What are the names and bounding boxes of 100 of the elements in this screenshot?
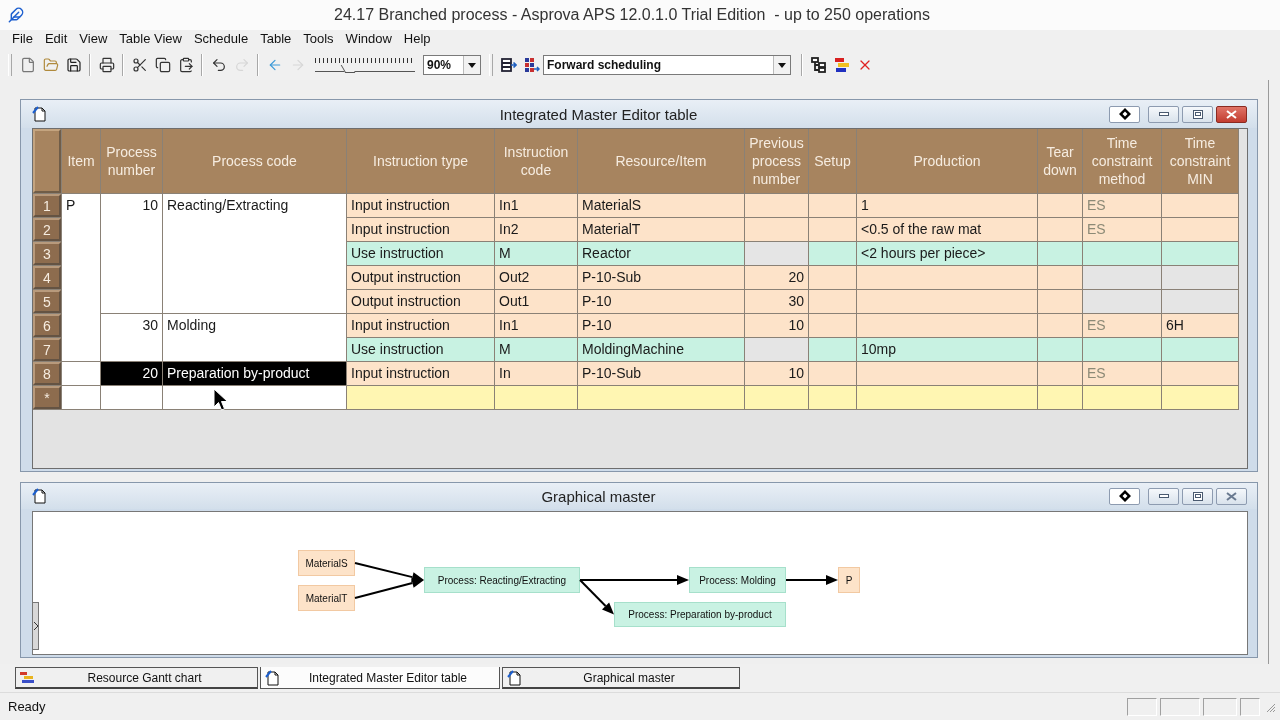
caret-down-icon [778, 62, 786, 68]
table-cell: P-10-Sub [578, 362, 744, 385]
maximize-button[interactable] [1182, 105, 1213, 123]
color-bars-icon [833, 57, 850, 73]
table-cell[interactable]: Reacting/Extracting [163, 194, 346, 313]
maximize-button[interactable] [1182, 487, 1213, 505]
menu-item[interactable]: View [73, 30, 114, 48]
corner-header [33, 129, 61, 193]
graph-node[interactable]: P [838, 567, 860, 593]
diamond-icon [1118, 108, 1131, 120]
table-cell: Reactor [578, 242, 744, 265]
close-button[interactable] [1216, 487, 1247, 505]
row-header[interactable]: 4 [33, 266, 61, 289]
table-cell: In2 [495, 218, 577, 241]
table-cell: In [495, 362, 577, 385]
window-tab[interactable]: Integrated Master Editor table [260, 667, 500, 689]
menu-item[interactable]: File [6, 30, 39, 48]
graph-node[interactable]: MaterialT [298, 585, 355, 611]
table-cell: ES [1083, 314, 1161, 337]
maximize-icon [1192, 491, 1203, 501]
row-header[interactable]: 5 [33, 290, 61, 313]
table-cell: <0.5 of the raw mat [857, 218, 1037, 241]
table-cell [809, 362, 856, 385]
zoom-dropdown[interactable]: 90% [423, 55, 481, 75]
row-header[interactable]: * [33, 386, 61, 409]
table-cell [809, 194, 856, 217]
minimize-button[interactable] [1148, 487, 1179, 505]
row-header[interactable]: 3 [33, 242, 61, 265]
table-cell: Use instruction [347, 242, 494, 265]
row-header[interactable]: 6 [33, 314, 61, 337]
panel-handle[interactable] [32, 602, 39, 650]
table-cell [1038, 266, 1082, 289]
table-cell [809, 242, 856, 265]
row-header[interactable]: 2 [33, 218, 61, 241]
window-title: Graphical master [540, 487, 657, 505]
table-cell [1038, 386, 1082, 409]
status-panel [1127, 697, 1157, 716]
window-title: Integrated Master Editor table [498, 105, 699, 123]
table-cell: 20 [745, 266, 808, 289]
connector-arrow [785, 575, 838, 585]
table-cell: Input instruction [347, 218, 494, 241]
table-cell [809, 266, 856, 289]
menu-item[interactable]: Window [339, 30, 398, 48]
menu-item[interactable]: Schedule [187, 30, 255, 48]
copy-icon [154, 57, 171, 73]
table-cell: Out1 [495, 290, 577, 313]
menu-item[interactable]: Table View [113, 30, 188, 48]
table-cell: Input instruction [347, 314, 494, 337]
table-cell: P-10 [578, 314, 744, 337]
table-cell [1038, 242, 1082, 265]
table-cell [745, 338, 808, 361]
table-cell: MoldingMachine [578, 338, 744, 361]
row-header[interactable]: 7 [33, 338, 61, 361]
window-tab[interactable]: Resource Gantt chart [15, 667, 258, 689]
close-button[interactable] [1216, 105, 1247, 123]
table-cell: In1 [495, 314, 577, 337]
diamond-icon [1118, 490, 1131, 502]
table-cell[interactable]: Molding [163, 314, 346, 361]
printer-icon [98, 57, 115, 73]
table-cell[interactable]: 20 [101, 362, 162, 385]
scissors-icon [131, 57, 148, 73]
table-cell [745, 218, 808, 241]
table-cell: M [495, 242, 577, 265]
window-tab[interactable]: Graphical master [502, 667, 740, 689]
table-cell: Output instruction [347, 266, 494, 289]
pin-button[interactable] [1109, 487, 1140, 505]
table-cell: ES [1083, 362, 1161, 385]
table-cell: P-10 [578, 290, 744, 313]
table-cell [1038, 338, 1082, 361]
table-cell [101, 386, 162, 409]
table-cell [809, 314, 856, 337]
pin-button[interactable] [1109, 105, 1140, 123]
scheduling-dropdown[interactable]: Forward scheduling [543, 55, 791, 75]
clipboard-icon [177, 57, 194, 73]
table-cell[interactable]: 30 [101, 314, 162, 361]
table-cell [1038, 362, 1082, 385]
table-cell [1038, 218, 1082, 241]
graph-node[interactable]: Process: Molding [689, 567, 786, 593]
graph-node[interactable]: Process: Reacting/Extracting [424, 567, 580, 593]
table-cell[interactable]: 10 [101, 194, 162, 313]
graph-node[interactable]: MaterialS [298, 550, 355, 576]
table-cell: In1 [495, 194, 577, 217]
table-cell [62, 362, 100, 385]
row-header[interactable]: 1 [33, 194, 61, 217]
row-header[interactable]: 8 [33, 362, 61, 385]
table-cell: P [62, 194, 100, 361]
document-icon [32, 106, 48, 122]
menu-item[interactable]: Edit [38, 30, 74, 48]
table-cell[interactable]: Preparation by-product [163, 362, 346, 385]
menu-item[interactable]: Table [254, 30, 298, 48]
minimize-icon [1158, 494, 1169, 498]
table-cell [809, 386, 856, 409]
minimize-button[interactable] [1148, 105, 1179, 123]
table-cell [1038, 194, 1082, 217]
menu-item[interactable]: Tools [297, 30, 340, 48]
menu-item[interactable]: Help [397, 30, 437, 48]
table-cell [745, 194, 808, 217]
document-icon [507, 669, 523, 686]
table-cell: 6H [1162, 314, 1238, 337]
graph-node[interactable]: Process: Preparation by-product [614, 602, 786, 627]
